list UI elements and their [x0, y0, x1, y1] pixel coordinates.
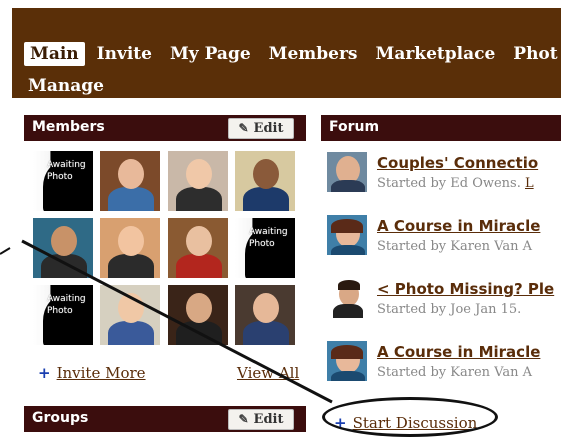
pointer-line	[0, 239, 333, 404]
